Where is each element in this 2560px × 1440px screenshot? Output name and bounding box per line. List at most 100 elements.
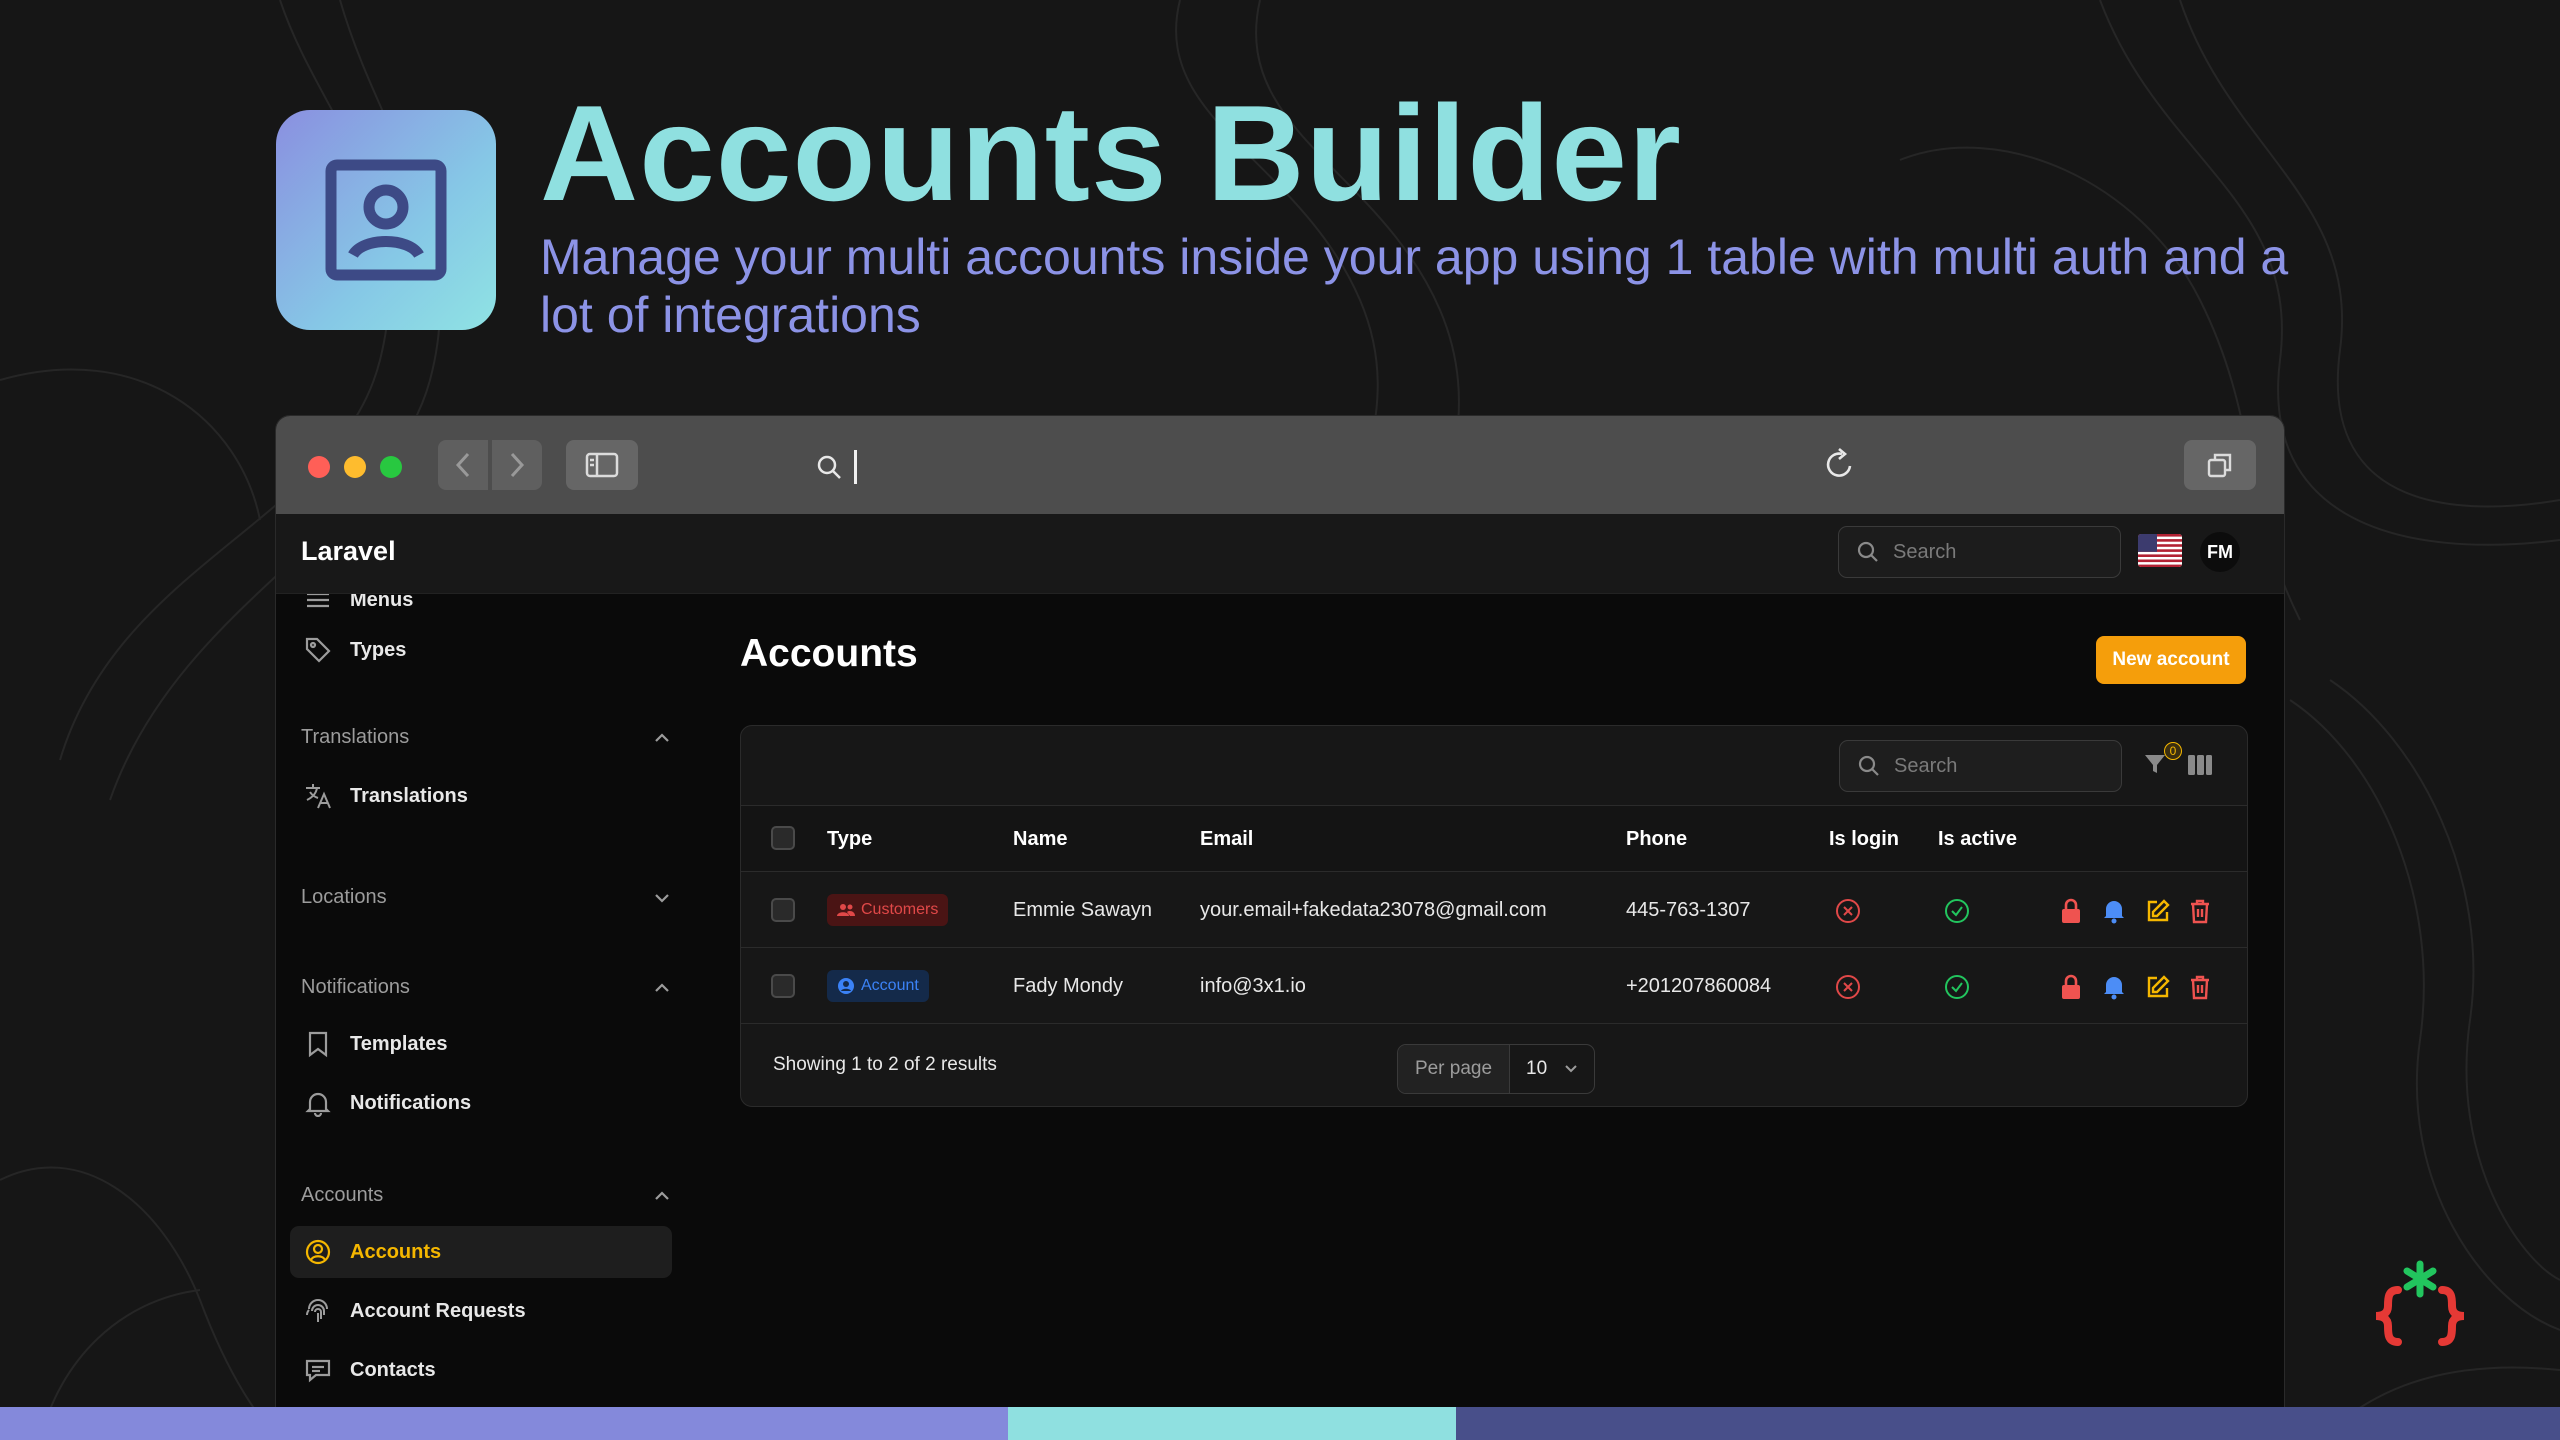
x-circle-icon xyxy=(1835,898,1861,929)
bell-icon[interactable] xyxy=(2102,974,2126,1005)
minimize-window-button[interactable] xyxy=(344,456,366,478)
per-page-value[interactable]: 10 xyxy=(1510,1045,1594,1093)
check-circle-icon xyxy=(1944,898,1970,929)
sidebar-group-label: Accounts xyxy=(301,1184,384,1206)
table-row[interactable]: Customers Emmie Sawayn your.email+fakeda… xyxy=(741,872,2247,948)
bell-icon[interactable] xyxy=(2102,898,2126,929)
filter-button[interactable] xyxy=(2143,752,2167,781)
edit-icon[interactable] xyxy=(2145,898,2171,929)
translate-icon xyxy=(306,784,331,809)
table-search-placeholder: Search xyxy=(1894,754,1958,777)
sidebar-item-label: Contacts xyxy=(350,1358,436,1381)
address-bar[interactable] xyxy=(816,450,857,484)
sidebar-toggle-button[interactable] xyxy=(566,440,638,490)
global-search-input[interactable]: Search xyxy=(1838,526,2121,578)
chat-icon xyxy=(305,1359,331,1383)
sidebar-icon xyxy=(585,452,619,478)
bookmark-icon xyxy=(308,1031,328,1058)
accounts-table: Search 0 Type Name Email Phone Is login … xyxy=(740,725,2248,1107)
app-topbar: Laravel Search FM xyxy=(276,514,2284,594)
cell-phone: +201207860084 xyxy=(1626,975,1772,997)
edit-icon[interactable] xyxy=(2145,974,2171,1005)
sidebar-item-templates[interactable]: Templates xyxy=(290,1018,672,1070)
sidebar-group-label: Locations xyxy=(301,886,387,908)
column-header-type[interactable]: Type xyxy=(827,828,872,851)
search-icon xyxy=(1858,755,1879,776)
column-header-name[interactable]: Name xyxy=(1013,828,1067,851)
row-checkbox[interactable] xyxy=(771,898,795,922)
reload-button[interactable] xyxy=(1824,446,1856,485)
columns-toggle-button[interactable] xyxy=(2187,754,2213,781)
table-search-input[interactable]: Search xyxy=(1839,740,2122,792)
fingerprint-icon xyxy=(306,1299,328,1322)
tabs-icon xyxy=(2207,453,2232,478)
chevron-right-icon xyxy=(510,452,525,478)
lock-icon[interactable] xyxy=(2059,974,2083,1005)
type-badge: Account xyxy=(827,970,929,1002)
column-header-is-login[interactable]: Is login xyxy=(1829,828,1899,851)
menu-icon xyxy=(307,594,329,608)
user-circle-icon xyxy=(305,1239,331,1265)
lock-icon[interactable] xyxy=(2059,898,2083,929)
filter-count-badge: 0 xyxy=(2164,742,2182,760)
row-checkbox[interactable] xyxy=(771,974,795,998)
sidebar-group-translations[interactable]: Translations xyxy=(301,726,671,749)
sidebar-item-label: Templates xyxy=(350,1032,448,1055)
trash-icon[interactable] xyxy=(2188,974,2212,1005)
browser-window: Laravel Search FM Menus Types Translatio… xyxy=(276,416,2284,1440)
close-window-button[interactable] xyxy=(308,456,330,478)
sidebar-item-account-requests[interactable]: Account Requests xyxy=(290,1285,672,1337)
chevron-up-icon xyxy=(655,1190,669,1200)
per-page-select[interactable]: Per page 10 xyxy=(1397,1044,1595,1094)
chevron-down-icon xyxy=(655,893,669,903)
braces-asterisk-icon xyxy=(2375,1260,2465,1346)
column-header-phone[interactable]: Phone xyxy=(1626,828,1687,851)
cell-phone: 445-763-1307 xyxy=(1626,899,1751,921)
sidebar-item-notifications[interactable]: Notifications xyxy=(290,1077,672,1129)
sidebar-item-menus[interactable]: Menus xyxy=(290,594,672,626)
sidebar-item-accounts[interactable]: Accounts xyxy=(290,1226,672,1278)
user-portrait-icon xyxy=(325,159,447,281)
sidebar-item-label: Accounts xyxy=(350,1240,442,1263)
forward-button[interactable] xyxy=(492,440,542,490)
cell-name: Fady Mondy xyxy=(1013,975,1124,997)
hero-title: Accounts Builder xyxy=(540,77,1682,229)
global-search-placeholder: Search xyxy=(1893,540,1957,563)
type-badge-label: Account xyxy=(861,977,919,994)
column-header-is-active[interactable]: Is active xyxy=(1938,828,2017,851)
sidebar-group-notifications[interactable]: Notifications xyxy=(301,976,671,999)
user-avatar[interactable]: FM xyxy=(2200,532,2240,572)
sidebar-item-translations[interactable]: Translations xyxy=(290,770,672,822)
bell-icon xyxy=(305,1092,331,1117)
sidebar-group-label: Translations xyxy=(301,726,410,748)
chevron-down-icon xyxy=(1565,1065,1577,1073)
sidebar-group-locations[interactable]: Locations xyxy=(301,886,671,909)
brand-logo xyxy=(2370,1258,2480,1363)
language-switcher[interactable] xyxy=(2138,534,2182,567)
sidebar-item-label: Notifications xyxy=(350,1091,472,1114)
table-row[interactable]: Account Fady Mondy info@3x1.io +20120786… xyxy=(741,948,2247,1024)
results-summary: Showing 1 to 2 of 2 results xyxy=(773,1054,997,1075)
select-all-checkbox[interactable] xyxy=(771,826,795,850)
sidebar: Menus Types Translations Translations Lo… xyxy=(276,594,686,1440)
sidebar-item-label: Account Requests xyxy=(350,1299,526,1322)
footer-strip-segment xyxy=(1456,1407,2560,1440)
chevron-left-icon xyxy=(455,452,470,478)
user-circle-icon xyxy=(838,978,854,994)
browser-chrome xyxy=(276,416,2284,514)
filter-icon xyxy=(2145,755,2165,773)
sidebar-item-types[interactable]: Types xyxy=(290,624,672,676)
sidebar-group-accounts[interactable]: Accounts xyxy=(301,1184,671,1207)
users-icon xyxy=(837,904,855,916)
new-account-button[interactable]: New account xyxy=(2096,636,2246,684)
back-button[interactable] xyxy=(438,440,488,490)
cell-name: Emmie Sawayn xyxy=(1013,899,1152,921)
maximize-window-button[interactable] xyxy=(380,456,402,478)
tabs-overview-button[interactable] xyxy=(2184,440,2256,490)
per-page-label: Per page xyxy=(1398,1045,1510,1093)
trash-icon[interactable] xyxy=(2188,898,2212,929)
search-icon xyxy=(817,455,841,479)
sidebar-item-contacts[interactable]: Contacts xyxy=(290,1344,672,1396)
reload-icon xyxy=(1826,448,1852,477)
column-header-email[interactable]: Email xyxy=(1200,828,1253,851)
